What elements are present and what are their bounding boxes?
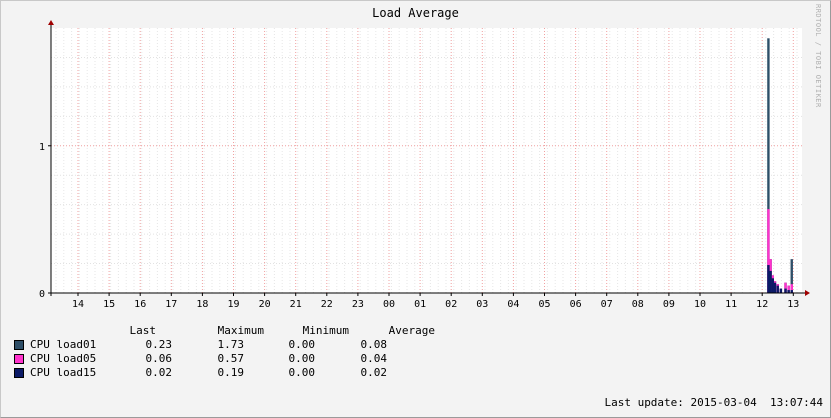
load15-bar <box>776 285 779 293</box>
x-tick-label: 00 <box>383 299 395 310</box>
legend-header-maximum: Maximum <box>217 324 264 337</box>
x-tick-label: 07 <box>601 299 613 310</box>
x-tick-label: 19 <box>227 299 239 310</box>
legend-swatch-load15 <box>14 368 24 378</box>
x-tick-label: 08 <box>632 299 644 310</box>
legend-avg-load15: 0.02 <box>360 366 388 379</box>
x-tick-label: 01 <box>414 299 426 310</box>
legend-min-load05: 0.00 <box>288 352 316 365</box>
legend-max-load05: 0.57 <box>217 352 245 365</box>
legend-header-minimum: Minimum <box>302 324 349 337</box>
x-tick-label: 20 <box>259 299 271 310</box>
legend-header-average: Average <box>388 324 435 337</box>
x-tick-label: 14 <box>72 299 84 310</box>
legend-row-load15: CPU load15 0.02 0.19 0.00 0.02 <box>14 366 434 380</box>
legend-swatch-load05 <box>14 354 24 364</box>
legend-avg-load05: 0.04 <box>360 352 388 365</box>
x-tick-label: 05 <box>538 299 550 310</box>
legend-max-load01: 1.73 <box>217 338 245 351</box>
x-tick-label: 18 <box>196 299 208 310</box>
legend-row-load01: CPU load01 0.23 1.73 0.00 0.08 <box>14 338 434 352</box>
x-tick-label: 15 <box>103 299 115 310</box>
load15-bar <box>779 288 783 293</box>
legend-last-load01: 0.23 <box>145 338 173 351</box>
legend-header-last: Last <box>129 324 157 337</box>
x-tick-label: 17 <box>165 299 177 310</box>
x-tick-label: 02 <box>445 299 457 310</box>
x-tick-label: 21 <box>290 299 302 310</box>
legend-min-load15: 0.00 <box>288 366 316 379</box>
legend-label-load15: CPU load15 <box>30 366 97 379</box>
last-update-text: Last update: 2015-03-04 13:07:44 <box>604 396 823 409</box>
load15-bar <box>767 265 770 293</box>
x-tick-label: 09 <box>663 299 675 310</box>
legend-min-load01: 0.00 <box>288 338 316 351</box>
x-tick-label: 12 <box>756 299 768 310</box>
x-tick-label: 03 <box>476 299 488 310</box>
x-tick-label: 10 <box>694 299 706 310</box>
plot-area <box>51 28 802 293</box>
y-tick-label: 0 <box>39 289 45 300</box>
x-tick-label: 06 <box>570 299 582 310</box>
load15-bar <box>769 270 772 293</box>
x-tick-label: 22 <box>321 299 333 310</box>
legend-label-load05: CPU load05 <box>30 352 97 365</box>
load15-bar <box>784 288 787 293</box>
x-tick-label: 13 <box>787 299 799 310</box>
y-axis-arrow <box>48 20 54 25</box>
legend-label-load01: CPU load01 <box>30 338 97 351</box>
load15-bar <box>773 282 777 293</box>
legend-swatch-load01 <box>14 340 24 350</box>
x-tick-label: 04 <box>507 299 519 310</box>
legend-max-load15: 0.19 <box>217 366 245 379</box>
legend-avg-load01: 0.08 <box>360 338 388 351</box>
x-axis-arrow <box>805 290 810 296</box>
legend-last-load15: 0.02 <box>145 366 173 379</box>
y-tick-label: 1 <box>39 142 45 153</box>
load15-bar <box>771 278 774 293</box>
x-tick-label: 16 <box>134 299 146 310</box>
legend-row-load05: CPU load05 0.06 0.57 0.00 0.04 <box>14 352 434 366</box>
x-tick-label: 23 <box>352 299 364 310</box>
x-tick-label: 11 <box>725 299 737 310</box>
legend-last-load05: 0.06 <box>145 352 173 365</box>
